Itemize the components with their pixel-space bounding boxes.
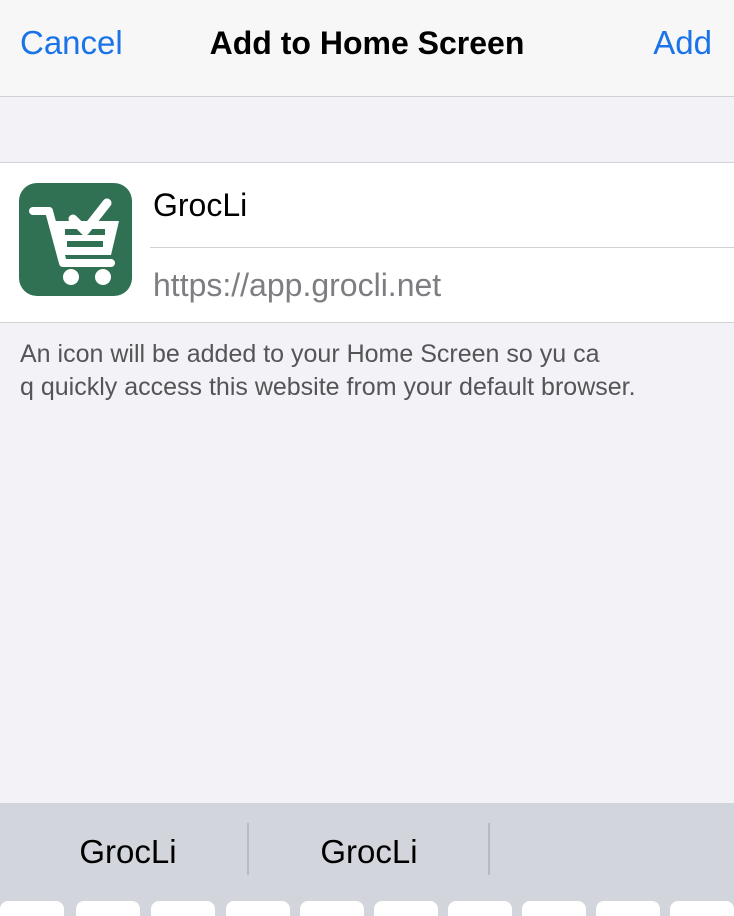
keyboard-key[interactable]	[374, 901, 438, 916]
navigation-bar: Cancel Add to Home Screen Add	[0, 0, 734, 97]
description-text: An icon will be added to your Home Scree…	[20, 338, 714, 404]
keyboard-key[interactable]	[300, 901, 364, 916]
keyboard-key[interactable]	[670, 901, 734, 916]
page-title: Add to Home Screen	[209, 25, 525, 61]
section-spacer	[0, 98, 734, 162]
keyboard-key[interactable]	[448, 901, 512, 916]
name-field[interactable]: GrocLi	[153, 183, 713, 227]
app-icon	[19, 183, 132, 296]
description-line-1: An icon will be added to your Home Scree…	[20, 340, 600, 368]
shopping-cart-check-icon	[29, 198, 119, 285]
keyboard-key[interactable]	[226, 901, 290, 916]
bookmark-card: GrocLi https://app.grocli.net	[0, 162, 734, 323]
keyboard-key[interactable]	[596, 901, 660, 916]
keyboard-keys-row	[0, 901, 734, 916]
suggestion-2[interactable]: GrocLi	[249, 825, 489, 879]
suggestion-3[interactable]	[490, 825, 730, 879]
description-line-2: q quickly access this website from your …	[20, 373, 636, 401]
keyboard-suggestion-bar: GrocLi GrocLi	[0, 803, 734, 916]
keyboard-key[interactable]	[76, 901, 140, 916]
add-button[interactable]: Add	[653, 22, 712, 64]
keyboard-key[interactable]	[522, 901, 586, 916]
keyboard-key[interactable]	[151, 901, 215, 916]
url-field: https://app.grocli.net	[153, 267, 442, 303]
field-divider	[150, 247, 734, 248]
keyboard-key[interactable]	[0, 901, 64, 916]
suggestion-1[interactable]: GrocLi	[8, 825, 248, 879]
